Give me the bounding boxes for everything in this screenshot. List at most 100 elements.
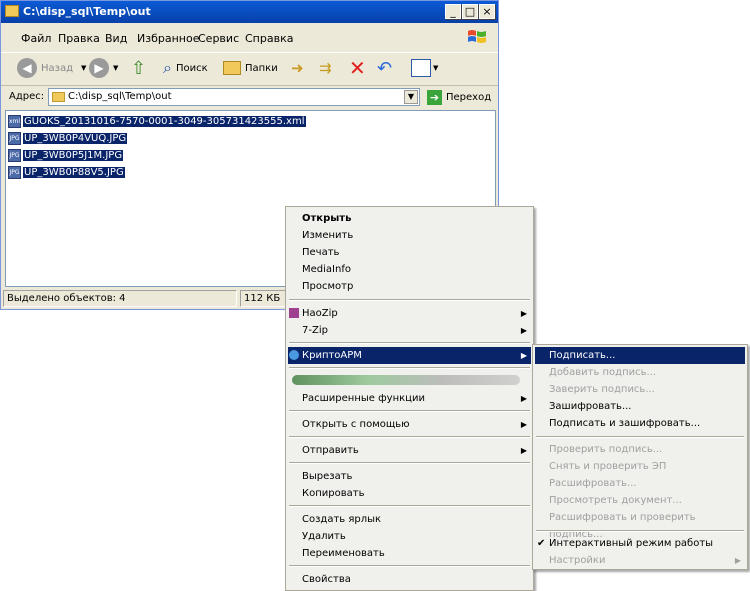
menu-item-haozip[interactable]: HaoZip ▶ <box>288 305 531 322</box>
copy-to-button[interactable]: ⇉ <box>319 56 332 80</box>
list-item[interactable]: JPG UP_3WB0P88V5.JPG <box>8 165 125 180</box>
address-input[interactable]: C:\disp_sql\Temp\out ▼ <box>48 88 420 106</box>
menu-item-properties[interactable]: Свойства <box>288 571 531 588</box>
menu-item-open[interactable]: Открыть <box>288 210 531 227</box>
menu-view[interactable]: Вид <box>105 32 127 45</box>
menu-item-cut[interactable]: Вырезать <box>288 468 531 485</box>
menu-separator <box>536 530 744 532</box>
context-menu: Открыть Изменить Печать MediaInfo Просмо… <box>285 206 534 591</box>
copy-to-icon: ⇉ <box>319 59 332 77</box>
menu-separator <box>289 342 530 344</box>
menu-file[interactable]: Файл <box>21 32 51 45</box>
maximize-button[interactable]: □ <box>462 4 478 19</box>
chevron-down-icon: ▼ <box>81 64 87 72</box>
list-item[interactable]: JPG UP_3WB0P4VUQ.JPG <box>8 131 128 146</box>
folder-icon <box>5 5 19 17</box>
menu-item-print[interactable]: Печать <box>288 244 531 261</box>
windows-logo-icon <box>468 30 486 43</box>
list-item[interactable]: xml GUOKS_20131016-7570-0001-3049-305731… <box>8 114 306 129</box>
address-label: Адрес: <box>9 91 45 102</box>
submenu-arrow-icon: ▶ <box>520 351 527 360</box>
menu-item-mediainfo[interactable]: MediaInfo <box>288 261 531 278</box>
cryptoarm-icon <box>289 350 299 360</box>
go-button[interactable]: ➔ Переход <box>427 88 491 106</box>
delete-button[interactable]: ✕ <box>349 56 366 80</box>
back-arrow-icon: ◀ <box>17 58 37 78</box>
menu-separator <box>289 462 530 464</box>
menu-item-edit[interactable]: Изменить <box>288 227 531 244</box>
forward-button[interactable]: ▶ ▼ <box>89 56 118 80</box>
blurred-menu-item[interactable] <box>292 375 520 385</box>
up-arrow-icon: ⇧ <box>131 57 147 79</box>
move-to-icon: ➜ <box>291 59 304 77</box>
up-folder-button[interactable]: ⇧ <box>131 56 146 80</box>
submenu-item-cosign[interactable]: Заверить подпись... <box>535 381 745 398</box>
haozip-icon <box>289 308 299 318</box>
list-item[interactable]: JPG UP_3WB0P5J1M.JPG <box>8 148 124 163</box>
menu-separator <box>536 436 744 438</box>
menu-separator <box>289 565 530 567</box>
menu-item-open-with[interactable]: Открыть с помощью ▶ <box>288 416 531 433</box>
cryptoarm-submenu: Подписать... Добавить подпись... Заверит… <box>532 344 748 570</box>
chevron-down-icon: ▼ <box>113 64 119 72</box>
submenu-arrow-icon: ▶ <box>520 394 527 403</box>
folder-icon <box>223 61 241 75</box>
jpg-file-icon: JPG <box>8 132 21 145</box>
menu-separator <box>289 367 530 369</box>
submenu-item-interactive[interactable]: ✔ Интерактивный режим работы <box>535 535 745 552</box>
folders-button[interactable]: Папки <box>223 56 278 80</box>
menu-item-create-shortcut[interactable]: Создать ярлык <box>288 511 531 528</box>
menu-item-7zip[interactable]: 7-Zip ▶ <box>288 322 531 339</box>
move-to-button[interactable]: ➜ <box>291 56 304 80</box>
address-dropdown-button[interactable]: ▼ <box>404 90 418 104</box>
submenu-item-remove-verify[interactable]: Снять и проверить ЭП <box>535 458 745 475</box>
menu-bar: Файл Правка Вид Избранное Сервис Справка <box>1 25 498 51</box>
menu-item-preview[interactable]: Просмотр <box>288 278 531 295</box>
menu-edit[interactable]: Правка <box>58 32 100 45</box>
go-arrow-icon: ➔ <box>427 89 442 105</box>
menu-separator <box>289 436 530 438</box>
menu-help[interactable]: Справка <box>245 32 293 45</box>
search-button[interactable]: ⌕ Поиск <box>163 56 208 80</box>
menu-item-extended[interactable]: Расширенные функции ▶ <box>288 390 531 407</box>
submenu-item-view-document[interactable]: Просмотреть документ... <box>535 492 745 509</box>
close-button[interactable]: × <box>479 4 495 19</box>
menu-separator <box>289 299 530 301</box>
address-bar: Адрес: C:\disp_sql\Temp\out ▼ ➔ Переход <box>1 85 498 110</box>
minimize-button[interactable]: _ <box>445 4 461 19</box>
submenu-item-encrypt[interactable]: Зашифровать... <box>535 398 745 415</box>
menu-item-send-to[interactable]: Отправить ▶ <box>288 442 531 459</box>
menu-item-delete[interactable]: Удалить <box>288 528 531 545</box>
toolbar: ◀ Назад ▼ ▶ ▼ ⇧ ⌕ Поиск Папки ➜ ⇉ ✕ ↶ ▼ <box>1 52 498 85</box>
back-button[interactable]: ◀ Назад ▼ <box>17 56 86 80</box>
delete-x-icon: ✕ <box>349 56 366 80</box>
search-icon: ⌕ <box>163 58 172 77</box>
submenu-arrow-icon: ▶ <box>520 420 527 429</box>
submenu-arrow-icon: ▶ <box>520 326 527 335</box>
forward-arrow-icon: ▶ <box>89 58 109 78</box>
menu-favorites[interactable]: Избранное <box>137 32 199 45</box>
submenu-item-sign-encrypt[interactable]: Подписать и зашифровать... <box>535 415 745 432</box>
menu-item-rename[interactable]: Переименовать <box>288 545 531 562</box>
submenu-item-verify[interactable]: Проверить подпись... <box>535 441 745 458</box>
submenu-arrow-icon: ▶ <box>520 309 527 318</box>
menu-separator <box>289 505 530 507</box>
xml-file-icon: xml <box>8 115 21 128</box>
checkmark-icon: ✔ <box>537 538 546 549</box>
menu-item-copy[interactable]: Копировать <box>288 485 531 502</box>
status-selected: Выделено объектов: 4 <box>3 290 237 307</box>
views-icon <box>411 59 431 77</box>
undo-button[interactable]: ↶ <box>377 56 392 80</box>
views-button[interactable]: ▼ <box>411 56 438 80</box>
title-bar[interactable]: C:\disp_sql\Temp\out _ □ × <box>1 1 498 23</box>
chevron-down-icon: ▼ <box>433 64 439 72</box>
submenu-item-decrypt-verify[interactable]: Расшифровать и проверить подпись... <box>535 509 745 540</box>
submenu-item-decrypt[interactable]: Расшифровать... <box>535 475 745 492</box>
menu-item-cryptoarm[interactable]: КриптоАРМ ▶ <box>288 347 531 364</box>
window-title: C:\disp_sql\Temp\out <box>23 5 151 18</box>
menu-tools[interactable]: Сервис <box>198 32 239 45</box>
submenu-item-sign[interactable]: Подписать... <box>535 347 745 364</box>
submenu-item-settings[interactable]: Настройки ▶ <box>535 552 745 569</box>
jpg-file-icon: JPG <box>8 166 21 179</box>
submenu-item-add-signature[interactable]: Добавить подпись... <box>535 364 745 381</box>
